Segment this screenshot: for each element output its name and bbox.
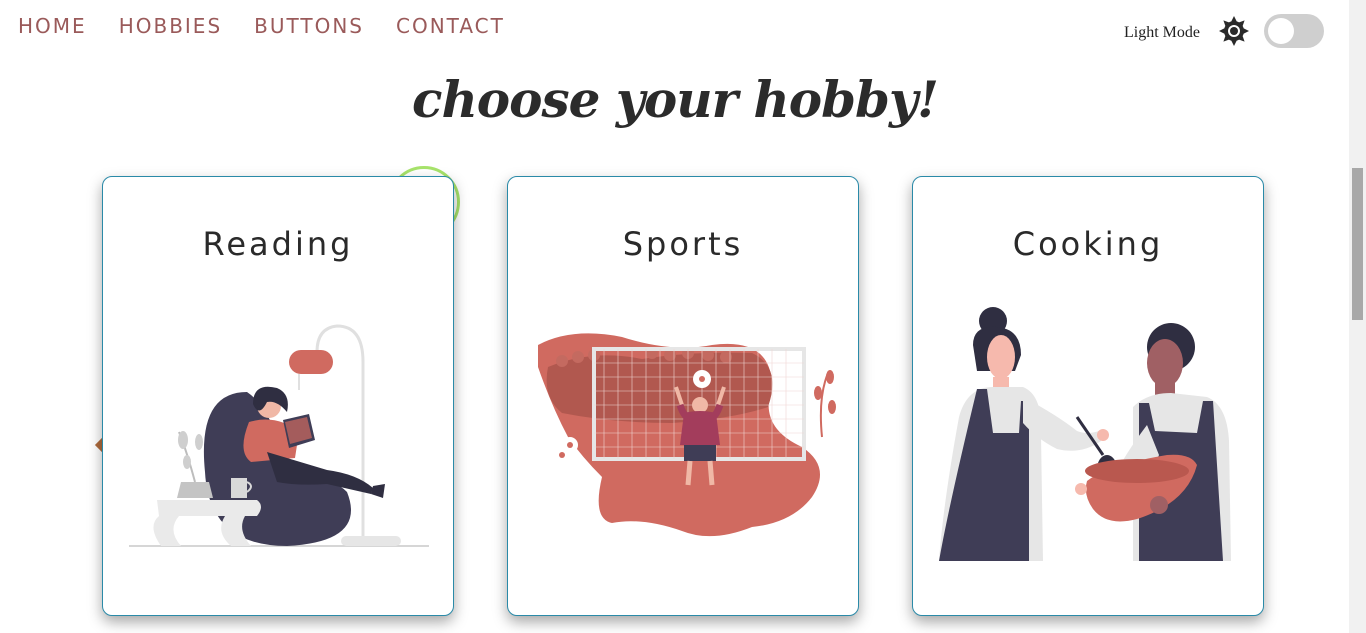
cooking-illustration	[939, 307, 1231, 561]
soccer-goalkeeper-illustration	[538, 333, 836, 537]
hobby-card-cooking[interactable]: Cooking	[912, 176, 1264, 616]
nav-contact-link[interactable]: CONTACT	[396, 14, 505, 38]
reading-illustration	[129, 324, 429, 547]
hobby-card-sports[interactable]: Sports	[507, 176, 859, 616]
main-nav: HOME HOBBIES BUTTONS CONTACT	[18, 14, 505, 38]
vertical-scrollbar[interactable]	[1349, 0, 1366, 633]
theme-label: Light Mode	[1124, 24, 1200, 41]
sun-icon	[1219, 16, 1249, 46]
scrollbar-thumb[interactable]	[1352, 168, 1363, 320]
theme-toggle[interactable]	[1264, 14, 1324, 48]
nav-buttons-link[interactable]: BUTTONS	[254, 14, 364, 38]
nav-hobbies-link[interactable]: HOBBIES	[119, 14, 222, 38]
card-title: Cooking	[1012, 225, 1164, 263]
page-title: choose your hobby!	[412, 70, 939, 129]
theme-switcher: Light Mode	[1124, 14, 1324, 48]
card-title: Reading	[202, 225, 354, 263]
hobby-card-reading[interactable]: Reading	[102, 176, 454, 616]
card-title: Sports	[622, 225, 744, 263]
nav-home-link[interactable]: HOME	[18, 14, 87, 38]
toggle-knob	[1268, 18, 1294, 44]
